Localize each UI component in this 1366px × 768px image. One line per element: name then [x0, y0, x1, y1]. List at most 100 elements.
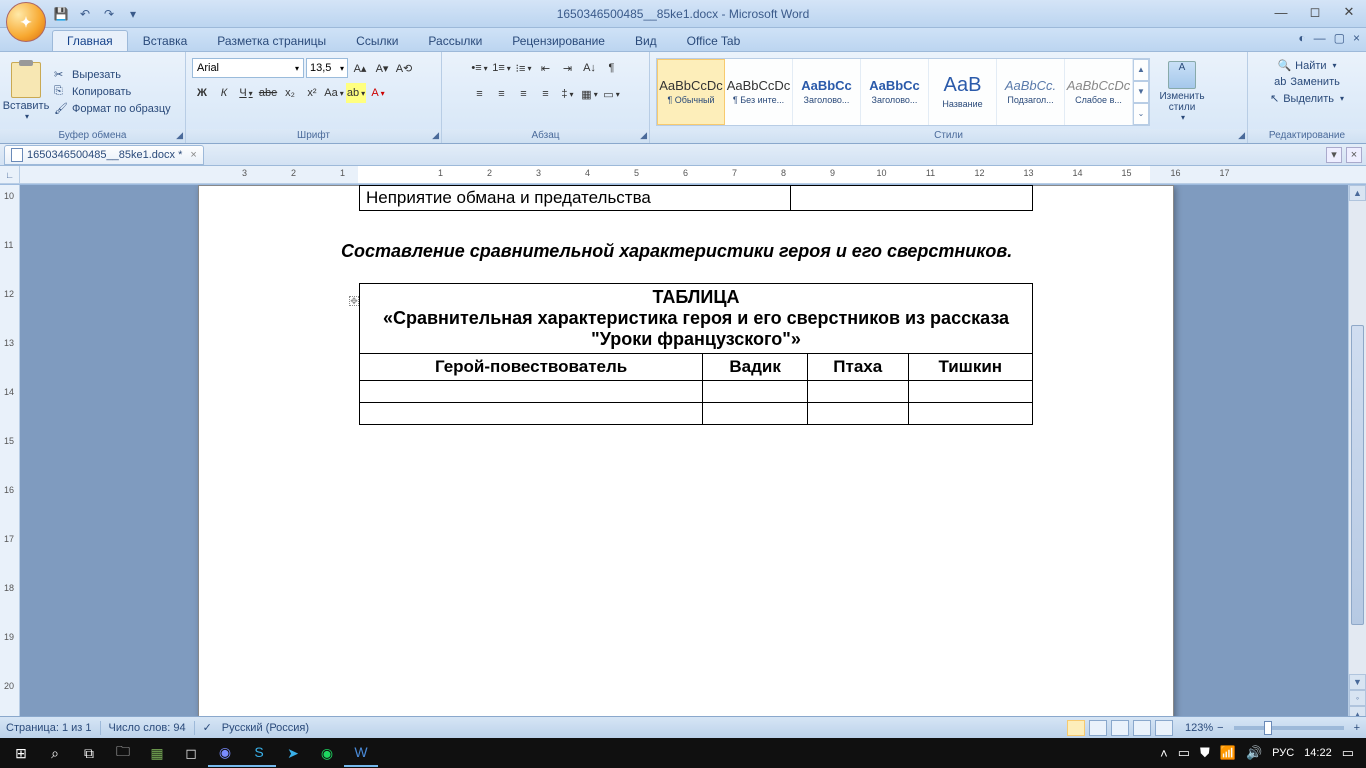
styles-up-icon[interactable]: ▲ [1133, 59, 1149, 81]
table-header[interactable]: Птаха [807, 354, 908, 381]
styles-down-icon[interactable]: ▼ [1133, 81, 1149, 103]
zoom-level[interactable]: 123% [1185, 722, 1213, 734]
status-words[interactable]: Число слов: 94 [109, 722, 186, 734]
help-icon[interactable]: ◐ [1298, 31, 1305, 45]
multilevel-button[interactable]: ⁝≡▾ [514, 58, 534, 78]
ruler-corner[interactable]: ∟ [0, 166, 20, 183]
tray-notifications-icon[interactable]: ▭ [1342, 745, 1354, 761]
spellcheck-icon[interactable]: ✓ [203, 721, 212, 734]
style-normal[interactable]: AaBbCcDc¶ Обычный [657, 59, 725, 125]
format-painter-button[interactable]: 🖌Формат по образцу [54, 102, 171, 116]
tab-references[interactable]: Ссылки [341, 30, 413, 51]
view-print-button[interactable] [1067, 720, 1085, 736]
style-subtitle[interactable]: AaBbCc.Подзагол... [997, 59, 1065, 125]
word-taskbar-icon[interactable]: W [344, 739, 378, 767]
tray-up-icon[interactable]: ˄ [1160, 746, 1168, 761]
table-header[interactable]: Герой-повествователь [360, 354, 703, 381]
ribbon-close-icon[interactable]: × [1353, 31, 1360, 45]
taskview-icon[interactable]: ⧉ [72, 739, 106, 767]
table-title-cell[interactable]: ТАБЛИЦА«Сравнительная характеристика гер… [360, 284, 1033, 354]
document-area[interactable]: ✥ Неприятие обмана и предательства Соста… [20, 185, 1348, 738]
view-draft-button[interactable] [1155, 720, 1173, 736]
status-language[interactable]: Русский (Россия) [222, 722, 309, 734]
table-cell[interactable] [703, 381, 808, 403]
find-button[interactable]: 🔍Найти▾ [1274, 58, 1339, 73]
subscript-button[interactable]: x₂ [280, 83, 300, 103]
shading-button[interactable]: ▦▾ [580, 84, 600, 104]
tabbar-dropdown-icon[interactable]: ▾ [1326, 147, 1342, 163]
app-icon[interactable]: ▦ [140, 739, 174, 767]
table-cell[interactable] [703, 403, 808, 425]
align-left-button[interactable]: ≡ [470, 84, 490, 104]
view-outline-button[interactable] [1133, 720, 1151, 736]
undo-icon[interactable]: ↶ [76, 5, 94, 23]
tab-insert[interactable]: Вставка [128, 30, 203, 51]
line-spacing-button[interactable]: ‡▾ [558, 84, 578, 104]
change-case-button[interactable]: Aa▾ [324, 83, 344, 103]
heading-text[interactable]: Составление сравнительной характеристики… [341, 239, 1033, 263]
justify-button[interactable]: ≡ [536, 84, 556, 104]
scroll-up-icon[interactable]: ▲ [1349, 185, 1366, 201]
copy-button[interactable]: ⎘Копировать [54, 85, 171, 99]
tray-security-icon[interactable]: ⛊ [1200, 745, 1210, 761]
save-icon[interactable]: 💾 [52, 5, 70, 23]
vertical-ruler[interactable]: 1011121314151617181920 [0, 185, 20, 738]
replace-button[interactable]: abЗаменить [1271, 75, 1343, 89]
document-tab[interactable]: 1650346500485__85ke1.docx * × [4, 145, 204, 165]
table-cell[interactable] [790, 186, 1032, 211]
styles-launcher-icon[interactable]: ◢ [1238, 130, 1245, 141]
scroll-thumb[interactable] [1351, 325, 1364, 625]
styles-more-icon[interactable]: ⌄ [1133, 103, 1149, 125]
paste-button[interactable]: Вставить ▾ [4, 56, 48, 128]
main-table[interactable]: ТАБЛИЦА«Сравнительная характеристика гер… [359, 283, 1033, 425]
paragraph-launcher-icon[interactable]: ◢ [640, 130, 647, 141]
app-icon[interactable]: ◻ [174, 739, 208, 767]
tray-volume-icon[interactable]: 🔊 [1246, 745, 1262, 761]
clipboard-launcher-icon[interactable]: ◢ [176, 130, 183, 141]
bullets-button[interactable]: •≡▾ [470, 58, 490, 78]
browse-object-icon[interactable]: ◦ [1349, 690, 1366, 706]
zoom-out-button[interactable]: − [1217, 722, 1223, 734]
style-heading1[interactable]: AaBbCcЗаголово... [793, 59, 861, 125]
tabbar-close-icon[interactable]: × [1346, 147, 1362, 163]
start-button[interactable]: ⊞ [4, 739, 38, 767]
tab-office-tab[interactable]: Office Tab [672, 30, 756, 51]
shrink-font-button[interactable]: A▾ [372, 58, 392, 78]
view-read-button[interactable] [1089, 720, 1107, 736]
table-cell[interactable] [807, 403, 908, 425]
telegram-icon[interactable]: ➤ [276, 739, 310, 767]
ribbon-minimize-icon[interactable]: — [1314, 31, 1326, 45]
tab-review[interactable]: Рецензирование [497, 30, 620, 51]
tab-view[interactable]: Вид [620, 30, 672, 51]
tab-layout[interactable]: Разметка страницы [202, 30, 341, 51]
font-color-button[interactable]: A▾ [368, 83, 388, 103]
sort-button[interactable]: A↓ [580, 58, 600, 78]
vertical-scrollbar[interactable]: ▲ ▼ ◦ ▴ ▾ [1348, 185, 1366, 738]
style-heading2[interactable]: AaBbCcЗаголово... [861, 59, 929, 125]
table-cell[interactable] [908, 403, 1032, 425]
page[interactable]: ✥ Неприятие обмана и предательства Соста… [198, 185, 1174, 738]
tab-mailings[interactable]: Рассылки [413, 30, 497, 51]
tab-home[interactable]: Главная [52, 30, 128, 51]
borders-button[interactable]: ▭▾ [602, 84, 622, 104]
top-table[interactable]: Неприятие обмана и предательства [359, 185, 1033, 211]
horizontal-ruler[interactable]: ∟ 3211234567891011121314151617 [0, 166, 1366, 184]
table-anchor-icon[interactable]: ✥ [349, 296, 359, 306]
tray-language[interactable]: РУС [1272, 747, 1294, 759]
style-subtle[interactable]: AaBbCcDcСлабое в... [1065, 59, 1133, 125]
table-cell[interactable] [807, 381, 908, 403]
font-name-select[interactable]: Arial▾ [192, 58, 304, 78]
font-launcher-icon[interactable]: ◢ [432, 130, 439, 141]
tray-keyboard-icon[interactable]: ▭ [1178, 745, 1190, 761]
office-button[interactable]: ✦ [6, 2, 46, 42]
close-button[interactable]: ✕ [1336, 2, 1362, 22]
increase-indent-button[interactable]: ⇥ [558, 58, 578, 78]
italic-button[interactable]: К [214, 83, 234, 103]
style-no-spacing[interactable]: AaBbCcDc¶ Без инте... [725, 59, 793, 125]
zoom-slider[interactable] [1234, 726, 1344, 730]
change-styles-button[interactable]: A Изменить стили▾ [1156, 61, 1208, 122]
show-marks-button[interactable]: ¶ [602, 58, 622, 78]
tray-wifi-icon[interactable]: 📶 [1220, 745, 1236, 761]
explorer-icon[interactable]: 🗀 [106, 739, 140, 767]
tab-close-icon[interactable]: × [190, 149, 196, 161]
